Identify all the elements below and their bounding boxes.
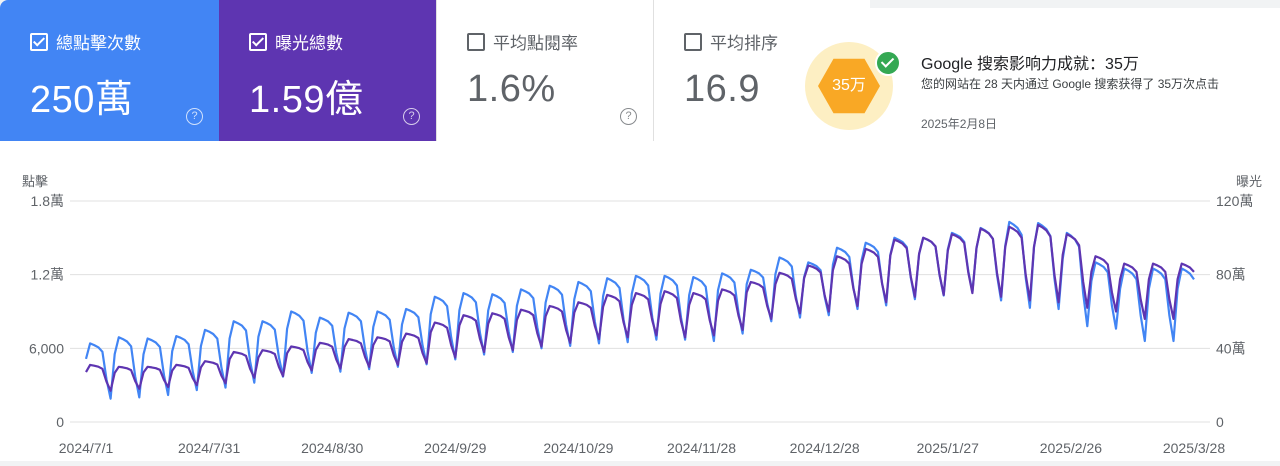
impressions-series-line — [85, 223, 1195, 392]
x-tick-label: 2025/2/26 — [1040, 440, 1102, 456]
metric-cards: 總點擊次數 250萬 ? 曝光總數 1.59億 ? 平均點閱率 1.6% ? 平… — [0, 0, 870, 141]
right-tick-label: 0 — [1216, 414, 1224, 430]
left-tick-label: 0 — [56, 414, 64, 430]
x-tick-label: 2024/8/30 — [301, 440, 363, 456]
left-tick-label: 6,000 — [29, 340, 64, 356]
ctr-card-header: 平均點閱率 — [467, 29, 653, 54]
help-icon[interactable]: ? — [620, 108, 637, 125]
achievement-description: 您的网站在 28 天内通过 Google 搜索获得了 35万次点击 — [921, 77, 1220, 91]
check-circle-icon — [875, 50, 901, 76]
left-tick-label: 1.2萬 — [31, 267, 64, 283]
help-icon[interactable]: ? — [186, 108, 203, 125]
clicks-card-header: 總點擊次數 — [30, 29, 219, 54]
x-tick-label: 2024/7/31 — [178, 440, 240, 456]
achievement-panel: 35万 Google 搜索影响力成就：35万 您的网站在 28 天内通过 Goo… — [805, 8, 1280, 141]
help-icon[interactable]: ? — [403, 108, 420, 125]
checkbox-checked-icon[interactable] — [249, 32, 267, 51]
right-axis-label: 曝光 — [1236, 174, 1262, 189]
ctr-value: 1.6% — [467, 68, 556, 110]
checkbox-unchecked-icon[interactable] — [684, 32, 702, 51]
left-tick-label: 1.8萬 — [31, 193, 64, 209]
clicks-card[interactable]: 總點擊次數 250萬 ? — [0, 0, 219, 141]
x-tick-label: 2024/9/29 — [424, 440, 486, 456]
x-tick-label: 2025/1/27 — [917, 440, 979, 456]
impressions-card-header: 曝光總數 — [249, 29, 436, 54]
performance-chart: 0 0 6,000 40萬 1.2萬 80萬 1.8萬 120萬 點擊 曝光 2024/7/1 202… — [0, 141, 1280, 461]
x-tick-label: 2025/3/28 — [1163, 440, 1225, 456]
badge-hexagon-icon: 35万 — [818, 58, 880, 114]
clicks-label: 總點擊次數 — [56, 34, 141, 53]
achievement-date: 2025年2月8日 — [921, 117, 998, 131]
right-tick-label: 120萬 — [1216, 193, 1253, 209]
achievement-title: Google 搜索影响力成就：35万 — [921, 56, 1139, 73]
right-tick-label: 80萬 — [1216, 267, 1246, 283]
x-tick-label: 2024/7/1 — [59, 440, 114, 456]
left-axis-label: 點擊 — [22, 174, 48, 189]
x-tick-label: 2024/11/28 — [667, 440, 736, 456]
impressions-label: 曝光總數 — [275, 34, 343, 53]
right-tick-label: 40萬 — [1216, 340, 1246, 356]
impressions-card[interactable]: 曝光總數 1.59億 ? — [219, 0, 436, 141]
checkbox-checked-icon[interactable] — [30, 32, 48, 51]
x-tick-label: 2024/10/29 — [543, 440, 613, 456]
position-label: 平均排序 — [710, 34, 778, 53]
ctr-card[interactable]: 平均點閱率 1.6% ? — [436, 0, 653, 141]
x-tick-label: 2024/12/28 — [790, 440, 860, 456]
ctr-label: 平均點閱率 — [493, 34, 578, 53]
performance-chart-svg: 0 0 6,000 40萬 1.2萬 80萬 1.8萬 120萬 點擊 曝光 2024/7/1 202… — [22, 174, 1262, 456]
checkbox-unchecked-icon[interactable] — [467, 32, 485, 51]
